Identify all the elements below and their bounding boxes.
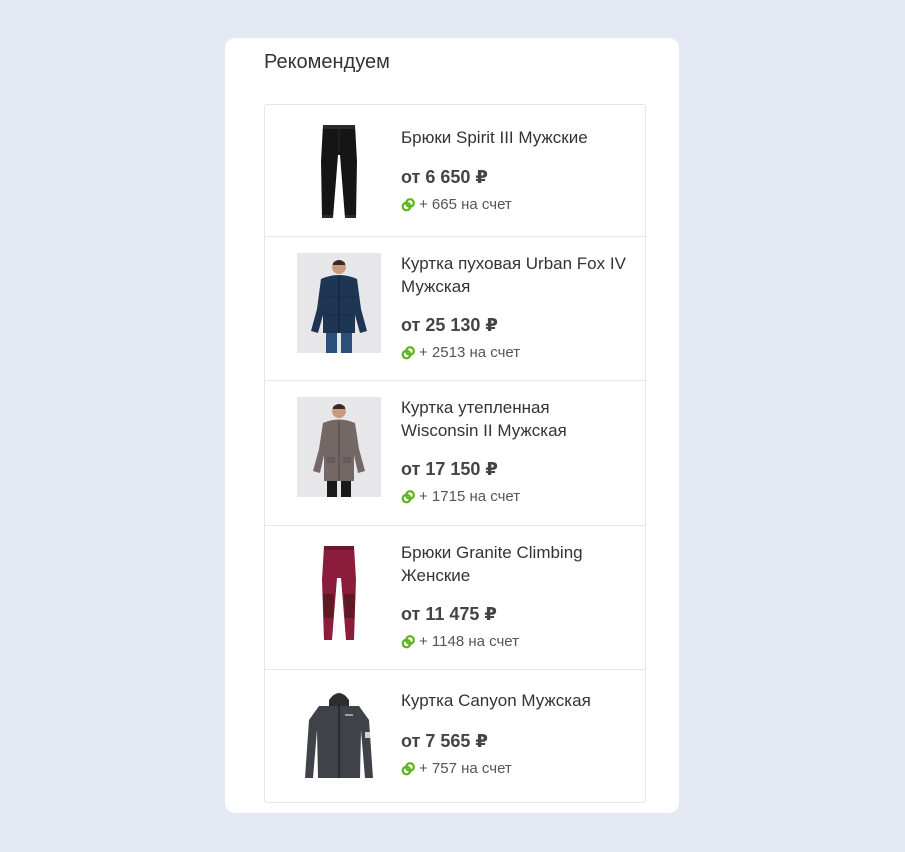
bonus-points-icon [401, 635, 415, 649]
product-name[interactable]: Куртка утепленная Wisconsin II Мужская [401, 397, 629, 442]
bonus-suffix: на счет [461, 195, 512, 213]
product-price: от 6 650 ₽ [401, 166, 488, 187]
product-image-burgundy-climbing-trousers[interactable] [297, 542, 381, 642]
bonus-suffix: на счет [469, 488, 521, 505]
product-list: Брюки Spirit III Мужские от 6 650 ₽ + 66… [264, 104, 646, 803]
product-info: Куртка Canyon Мужская от 7 565 ₽ + 757 н… [401, 690, 629, 778]
product-price: от 17 150 ₽ [401, 459, 498, 479]
bonus-suffix: на счет [461, 759, 512, 777]
product-card[interactable]: Куртка Canyon Мужская от 7 565 ₽ + 757 н… [265, 670, 645, 802]
product-image-man-in-grey-insulated-jacket[interactable] [297, 397, 381, 497]
product-name[interactable]: Куртка пуховая Urban Fox IV Мужская [401, 253, 629, 298]
bonus-points: + 1715 на счет [401, 488, 629, 506]
bonus-points: + 1148 на счет [401, 633, 629, 651]
bonus-points-icon [401, 197, 415, 211]
product-price: от 25 130 ₽ [401, 315, 498, 335]
product-image-dark-grey-softshell-jacket[interactable] [297, 686, 381, 786]
bonus-amount: + 1148 [419, 633, 465, 650]
product-name[interactable]: Куртка Canyon Мужская [401, 690, 629, 713]
bonus-points-icon [401, 346, 415, 360]
product-price: от 11 475 ₽ [401, 604, 497, 624]
bonus-points-icon [401, 761, 415, 775]
bonus-points-icon [401, 490, 415, 504]
product-info: Куртка пуховая Urban Fox IV Мужская от 2… [401, 253, 629, 362]
bonus-points: + 665 на счет [401, 196, 629, 214]
section-title: Рекомендуем [264, 51, 390, 73]
bonus-suffix: на счет [469, 344, 521, 361]
bonus-points: + 757 на счет [401, 760, 629, 778]
bonus-amount: + 2513 [419, 344, 466, 361]
bonus-points: + 2513 на счет [401, 344, 629, 362]
product-name[interactable]: Брюки Spirit III Мужские [401, 127, 629, 150]
product-card[interactable]: Брюки Granite Climbing Женские от 11 475… [265, 526, 645, 670]
product-image-man-in-navy-down-jacket[interactable] [297, 253, 381, 353]
product-card[interactable]: Куртка утепленная Wisconsin II Мужская о… [265, 381, 645, 526]
product-card[interactable]: Брюки Spirit III Мужские от 6 650 ₽ + 66… [265, 105, 645, 237]
product-image-black-trousers[interactable] [297, 121, 381, 221]
bonus-amount: + 665 [419, 195, 457, 213]
product-price: от 7 565 ₽ [401, 730, 488, 751]
bonus-amount: + 1715 [419, 488, 466, 505]
product-name[interactable]: Брюки Granite Climbing Женские [401, 542, 629, 587]
product-info: Брюки Spirit III Мужские от 6 650 ₽ + 66… [401, 127, 629, 214]
bonus-amount: + 757 [419, 759, 457, 777]
product-info: Куртка утепленная Wisconsin II Мужская о… [401, 397, 629, 506]
bonus-suffix: на счет [468, 633, 520, 650]
recommendations-card: Рекомендуем Брюки Spirit III Мужские от … [225, 38, 679, 813]
product-info: Брюки Granite Climbing Женские от 11 475… [401, 542, 629, 651]
product-card[interactable]: Куртка пуховая Urban Fox IV Мужская от 2… [265, 237, 645, 381]
